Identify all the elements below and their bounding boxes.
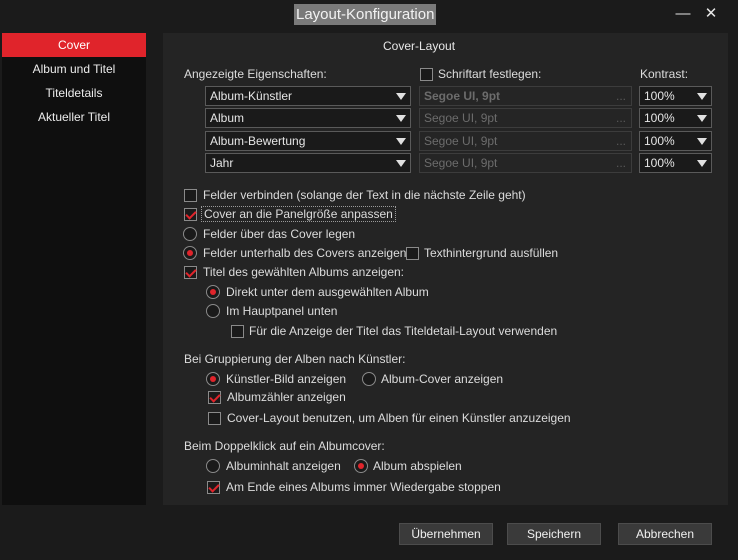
panel-heading: Cover-Layout (383, 39, 456, 53)
cover-layout-label: Cover-Layout benutzen, um Alben für eine… (227, 411, 571, 425)
property-value: Album-Bewertung (210, 134, 306, 148)
font-field-3: Segoe UI, 9pt ... (419, 131, 632, 151)
stop-playback-label: Am Ende eines Albums immer Wiedergabe st… (226, 480, 501, 494)
font-field-4: Segoe UI, 9pt ... (419, 153, 632, 173)
fit-cover-label: Cover an die Panelgröße anpassen (201, 206, 396, 222)
font-checkbox[interactable] (420, 68, 433, 81)
main-panel-label: Im Hauptpanel unten (226, 304, 338, 318)
font-value: Segoe UI, 9pt (424, 89, 501, 103)
font-field-1: Segoe UI, 9pt ... (419, 86, 632, 106)
chevron-down-icon (396, 115, 406, 122)
contrast-select-2[interactable]: 100% (639, 108, 712, 128)
fill-background-checkbox[interactable] (406, 247, 419, 260)
minimize-icon: — (675, 5, 691, 22)
sidebar: Cover Album und Titel Titeldetails Aktue… (2, 33, 146, 505)
album-cover-label: Album-Cover anzeigen (381, 372, 504, 386)
close-icon: ✕ (704, 5, 718, 22)
chevron-down-icon (697, 115, 707, 122)
contrast-select-4[interactable]: 100% (639, 153, 712, 173)
fields-below-label: Felder unterhalb des Covers anzeigen (203, 246, 407, 260)
cover-layout-checkbox[interactable] (208, 412, 221, 425)
title-bar: Layout-Konfiguration — ✕ (0, 0, 738, 30)
show-content-radio[interactable] (206, 459, 220, 473)
contrast-value: 100% (644, 111, 675, 125)
sidebar-item-cover[interactable]: Cover (2, 33, 146, 57)
property-value: Album-Künstler (210, 89, 293, 103)
contrast-value: 100% (644, 134, 675, 148)
chevron-down-icon (396, 138, 406, 145)
use-detail-layout-label: Für die Anzeige der Titel das Titeldetai… (249, 324, 558, 338)
contrast-value: 100% (644, 156, 675, 170)
close-button[interactable]: ✕ (698, 3, 724, 25)
chevron-down-icon (697, 93, 707, 100)
album-counter-checkbox[interactable] (208, 391, 221, 404)
overlay-fields-label: Felder über das Cover legen (203, 227, 356, 241)
property-select-4[interactable]: Jahr (205, 153, 411, 173)
property-value: Jahr (210, 156, 234, 170)
album-counter-label: Albumzähler anzeigen (227, 390, 346, 404)
show-content-label: Albuminhalt anzeigen (226, 459, 341, 473)
font-label: Schriftart festlegen: (438, 67, 542, 81)
contrast-select-1[interactable]: 100% (639, 86, 712, 106)
play-album-label: Album abspielen (373, 459, 462, 473)
font-value: Segoe UI, 9pt (424, 156, 498, 170)
font-browse-button[interactable]: ... (616, 87, 626, 105)
window-title: Layout-Konfiguration (294, 4, 437, 25)
fields-below-radio[interactable] (183, 246, 197, 260)
artist-group-heading: Bei Gruppierung der Alben nach Künstler: (184, 352, 406, 366)
artist-image-radio[interactable] (206, 372, 220, 386)
overlay-fields-radio[interactable] (183, 227, 197, 241)
fields-label: Angezeigte Eigenschaften: (184, 67, 327, 81)
contrast-label: Kontrast: (640, 67, 689, 81)
chevron-down-icon (697, 160, 707, 167)
font-browse-button[interactable]: ... (616, 132, 626, 150)
chevron-down-icon (697, 138, 707, 145)
doubleclick-heading: Beim Doppelklick auf ein Albumcover: (184, 439, 385, 453)
below-selected-radio[interactable] (206, 285, 220, 299)
minimize-button[interactable]: — (670, 3, 696, 25)
use-detail-layout-checkbox[interactable] (231, 325, 244, 338)
font-browse-button[interactable]: ... (616, 109, 626, 127)
artist-image-label: Künstler-Bild anzeigen (226, 372, 347, 386)
font-value: Segoe UI, 9pt (424, 134, 498, 148)
fit-cover-checkbox[interactable] (184, 208, 197, 221)
chevron-down-icon (396, 160, 406, 167)
chevron-down-icon (396, 93, 406, 100)
sidebar-item-aktueller-titel[interactable]: Aktueller Titel (2, 105, 146, 129)
property-select-2[interactable]: Album (205, 108, 411, 128)
join-fields-label: Felder verbinden (solange der Text in di… (203, 188, 526, 202)
contrast-select-3[interactable]: 100% (639, 131, 712, 151)
property-value: Album (210, 111, 245, 125)
apply-button[interactable]: Übernehmen (399, 523, 493, 545)
stop-playback-checkbox[interactable] (207, 481, 220, 494)
cancel-button[interactable]: Abbrechen (618, 523, 712, 545)
property-select-3[interactable]: Album-Bewertung (205, 131, 411, 151)
property-select-1[interactable]: Album-Künstler (205, 86, 411, 106)
play-album-radio[interactable] (354, 459, 368, 473)
font-value: Segoe UI, 9pt (424, 111, 498, 125)
sidebar-item-titeldetails[interactable]: Titeldetails (2, 81, 146, 105)
join-fields-checkbox[interactable] (184, 189, 197, 202)
main-panel-radio[interactable] (206, 304, 220, 318)
show-titles-label: Titel des gewählten Albums anzeigen: (203, 265, 405, 279)
font-browse-button[interactable]: ... (616, 154, 626, 172)
save-button[interactable]: Speichern (507, 523, 601, 545)
below-selected-label: Direkt unter dem ausgewählten Album (226, 285, 429, 299)
show-titles-checkbox[interactable] (184, 266, 197, 279)
sidebar-item-album-und-titel[interactable]: Album und Titel (2, 57, 146, 81)
fill-background-label: Texthintergrund ausfüllen (424, 246, 559, 260)
font-field-2: Segoe UI, 9pt ... (419, 108, 632, 128)
album-cover-radio[interactable] (362, 372, 376, 386)
contrast-value: 100% (644, 89, 675, 103)
